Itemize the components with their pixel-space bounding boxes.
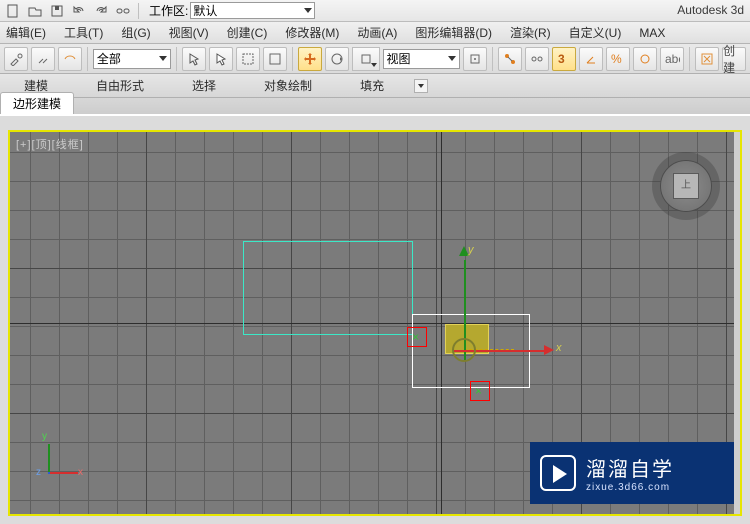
gizmo-x-label: x [556, 342, 562, 354]
scene-rectangle[interactable] [243, 241, 413, 335]
filter-value: 全部 [97, 50, 121, 67]
viewport-label[interactable]: [+][顶][线框] [16, 136, 84, 152]
separator [87, 47, 88, 71]
spinner-snap-icon[interactable] [633, 47, 657, 71]
select-region-icon[interactable] [236, 47, 260, 71]
link-icon[interactable] [114, 2, 132, 20]
separator [138, 3, 139, 19]
coord-center-icon[interactable] [463, 47, 487, 71]
chevron-down-icon [159, 56, 167, 61]
gizmo-x-arrow [544, 345, 554, 355]
percent-snap-icon[interactable]: % [606, 47, 630, 71]
menu-group[interactable]: 组(G) [121, 24, 150, 41]
ribbon-subtabs: 边形建模 [0, 98, 750, 116]
quick-access-toolbar: 工作区: 默认 Autodesk 3d [0, 0, 750, 22]
menu-customize[interactable]: 自定义(U) [569, 24, 622, 41]
create-set-icon[interactable]: 创建 [722, 47, 746, 71]
svg-text:%: % [611, 52, 622, 66]
play-icon [540, 455, 576, 491]
keyboard-icon[interactable] [525, 47, 549, 71]
manipulate-icon[interactable] [498, 47, 522, 71]
tab-selection[interactable]: 选择 [168, 73, 240, 98]
select-name-icon[interactable] [209, 47, 233, 71]
viewcube[interactable]: 上 [660, 160, 712, 212]
reference-combo[interactable]: 视图 [383, 49, 461, 69]
viewcube-face[interactable]: 上 [673, 173, 699, 199]
tripod-x-label: x [78, 467, 83, 478]
watermark-title: 溜溜自学 [586, 453, 674, 482]
subtab-poly-modeling[interactable]: 边形建模 [0, 92, 74, 114]
snap-toggle-icon[interactable]: 3 [552, 47, 576, 71]
window-crossing-icon[interactable] [263, 47, 287, 71]
ribbon-tabs: 建模 自由形式 选择 对象绘制 填充 [0, 74, 750, 98]
world-axis-tripod: y x z [34, 430, 82, 478]
menu-bar: 编辑(E) 工具(T) 组(G) 视图(V) 创建(C) 修改器(M) 动画(A… [0, 22, 750, 44]
vertex-marker[interactable]: × [470, 381, 490, 401]
separator [176, 47, 177, 71]
workspace-selector[interactable]: 工作区: 默认 [145, 2, 315, 19]
watermark-text: 溜溜自学 zixue.3d66.com [586, 453, 674, 493]
separator [689, 47, 690, 71]
tab-object-paint[interactable]: 对象绘制 [240, 73, 336, 98]
named-sets-icon[interactable] [695, 47, 719, 71]
select-object-icon[interactable] [182, 47, 206, 71]
tab-freeform[interactable]: 自由形式 [72, 73, 168, 98]
create-set-label: 创建 [723, 42, 745, 76]
new-icon[interactable] [4, 2, 22, 20]
watermark: 溜溜自学 zixue.3d66.com [530, 442, 740, 504]
menu-maxscript[interactable]: MAX [639, 26, 665, 40]
menu-animation[interactable]: 动画(A) [357, 24, 397, 41]
rotate-tool-icon[interactable] [325, 47, 349, 71]
gizmo-screen-circle[interactable] [452, 338, 476, 362]
tripod-y-axis [48, 444, 50, 474]
ribbon-toolbar: 全部 视图 3 % abc 创建 [0, 44, 750, 74]
selection-lock-icon[interactable]: abc [660, 47, 684, 71]
tripod-z-axis [48, 472, 50, 474]
menu-render[interactable]: 渲染(R) [510, 24, 551, 41]
select-link-icon[interactable] [4, 47, 28, 71]
menu-tools[interactable]: 工具(T) [64, 24, 103, 41]
menu-modifier[interactable]: 修改器(M) [285, 24, 339, 41]
undo-icon[interactable] [70, 2, 88, 20]
ribbon-dropdown-icon[interactable] [414, 79, 428, 93]
chevron-down-icon [304, 8, 312, 13]
chevron-down-icon [448, 56, 456, 61]
workspace-combo[interactable]: 默认 [190, 2, 315, 19]
angle-snap-icon[interactable] [579, 47, 603, 71]
bind-icon[interactable] [58, 47, 82, 71]
unlink-icon[interactable] [31, 47, 55, 71]
transform-gizmo[interactable]: y x [454, 250, 554, 360]
menu-graph[interactable]: 图形编辑器(D) [415, 24, 492, 41]
save-icon[interactable] [48, 2, 66, 20]
move-tool-icon[interactable] [298, 47, 322, 71]
menu-edit[interactable]: 编辑(E) [6, 24, 46, 41]
scale-tool-icon[interactable] [352, 47, 380, 71]
open-icon[interactable] [26, 2, 44, 20]
workspace-label: 工作区: [149, 2, 188, 19]
tripod-y-label: y [42, 431, 47, 442]
viewport: [+][顶][线框] y x × × 上 y x z 溜溜自学 zixue.3d… [8, 130, 742, 516]
vertex-marker[interactable]: × [407, 327, 427, 347]
svg-text:3: 3 [558, 52, 565, 66]
filter-combo[interactable]: 全部 [93, 49, 171, 69]
separator [292, 47, 293, 71]
menu-view[interactable]: 视图(V) [169, 24, 209, 41]
tripod-x-axis [48, 472, 78, 474]
tripod-z-label: z [36, 467, 41, 478]
menu-create[interactable]: 创建(C) [227, 24, 268, 41]
tab-populate[interactable]: 填充 [336, 73, 408, 98]
svg-text:abc: abc [665, 52, 680, 66]
gizmo-y-label: y [468, 244, 474, 256]
workspace-value: 默认 [193, 2, 217, 19]
watermark-sub: zixue.3d66.com [586, 482, 674, 493]
app-title: Autodesk 3d [677, 3, 744, 17]
gizmo-plane[interactable] [464, 270, 514, 350]
reference-value: 视图 [387, 50, 411, 67]
redo-icon[interactable] [92, 2, 110, 20]
separator [492, 47, 493, 71]
